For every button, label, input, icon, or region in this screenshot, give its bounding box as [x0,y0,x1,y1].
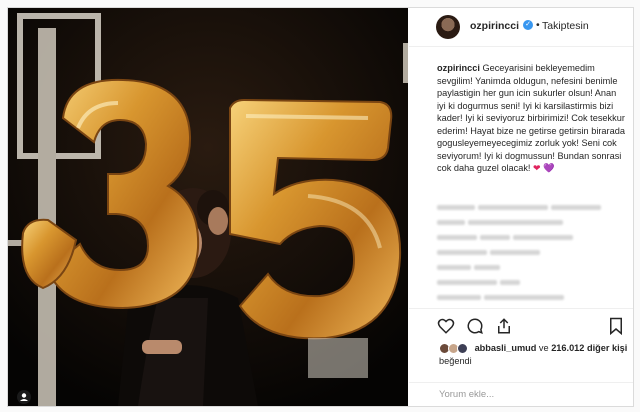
post-photo[interactable] [8,8,408,406]
caption-author[interactable]: ozpirincci [437,63,480,73]
share-icon[interactable] [495,317,513,335]
red-heart-icon: ❤ [533,163,541,173]
bookmark-icon[interactable] [607,317,625,335]
comment-row [437,219,627,227]
post-caption: ozpirincci Geceyarisini bekleyemedim sev… [437,62,627,175]
blurred-comments [437,204,627,309]
post-actions [409,308,633,339]
purple-heart-icon: 💜 [543,163,555,173]
comment-icon[interactable] [466,317,484,335]
balloon-5 [229,98,402,340]
caption-text: Geceyarisini bekleyemedim sevgilim! Yani… [437,63,625,173]
photo-illustration [8,8,408,406]
likes-suffix[interactable]: diğer kişi [587,343,627,353]
avatar[interactable] [436,15,460,39]
tagged-user-icon[interactable] [17,390,31,404]
follow-status[interactable]: Takiptesin [542,20,589,32]
comment-input[interactable]: Yorum ekle... [439,389,494,400]
heart-icon[interactable] [437,317,455,335]
verified-badge-icon: ✓ [523,20,533,30]
likes-summary: abbasli_umud ve 216.012 diğer kişi beğen… [439,342,629,368]
comment-row [437,264,627,272]
comment-row [437,204,627,212]
caption-emojis: ❤ 💜 [533,162,555,175]
likes-connector: ve [538,343,549,353]
likes-verb: beğendi [439,356,472,366]
liker-avatars [439,343,469,355]
post-header: ozpirincci ✓ • Takiptesin [409,8,633,47]
likes-count[interactable]: 216.012 [551,343,584,353]
liker-username[interactable]: abbasli_umud [475,343,537,353]
person-icon [20,393,28,401]
comment-row [437,294,627,302]
comment-row [437,279,627,287]
comment-bar: Yorum ekle... [409,382,633,407]
comment-row [437,249,627,257]
avatar [457,343,468,355]
separator-dot: • [536,19,540,31]
comment-row [437,234,627,242]
instagram-post: ozpirincci ✓ • Takiptesin ozpirincci Gec… [7,7,634,407]
post-sidebar: ozpirincci ✓ • Takiptesin ozpirincci Gec… [409,8,633,406]
header-username[interactable]: ozpirincci [470,20,519,32]
